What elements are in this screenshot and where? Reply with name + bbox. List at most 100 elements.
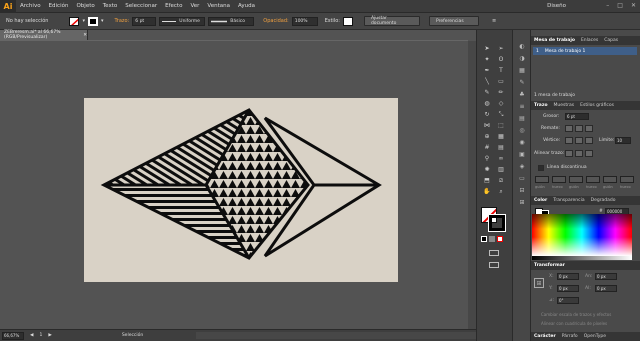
miter-join-button[interactable] (565, 137, 573, 144)
slice-tool-icon[interactable]: ⧄ (495, 176, 507, 185)
artboard-nav-next-icon[interactable]: ▶ (48, 333, 51, 338)
zoom-tool-icon[interactable]: ⌕ (495, 187, 507, 196)
stroke-color-box[interactable] (488, 214, 506, 232)
transparency-icon[interactable]: ◎ (517, 126, 527, 135)
y-field[interactable]: 0 px (557, 285, 579, 292)
tab-layers[interactable]: Capas (604, 38, 618, 43)
rectangle-tool-icon[interactable]: ▭ (495, 77, 507, 86)
tab-color[interactable]: Color (534, 198, 547, 203)
scale-tool-icon[interactable]: ⤡ (495, 110, 507, 119)
swatches-icon[interactable]: ▦ (517, 66, 527, 75)
graphic-style-swatch[interactable] (342, 16, 353, 26)
magic-wand-tool-icon[interactable]: ✦ (481, 55, 493, 64)
menu-archivo[interactable]: Archivo (16, 3, 45, 9)
selection-tool-icon[interactable]: ➤ (481, 44, 493, 53)
stroke-label[interactable]: Trazo: (114, 18, 129, 24)
dash-field-1[interactable] (535, 176, 549, 183)
eyedropper-tool-icon[interactable]: ⚲ (481, 154, 493, 163)
none-mode-icon[interactable] (497, 236, 503, 242)
reference-point-icon[interactable]: ⊞ (534, 278, 544, 288)
gradient-panel-icon[interactable]: ▤ (517, 114, 527, 123)
x-field[interactable]: 0 px (557, 273, 579, 280)
direct-selection-tool-icon[interactable]: ➢ (495, 44, 507, 53)
menu-ventana[interactable]: Ventana (203, 3, 234, 9)
align-outside-button[interactable] (585, 150, 593, 157)
dashed-line-checkbox[interactable] (538, 165, 544, 171)
tab-transparency[interactable]: Transparencia (553, 198, 584, 203)
hand-tool-icon[interactable]: ✋ (481, 187, 493, 196)
gap-field-1[interactable] (552, 176, 566, 183)
tab-artboards[interactable]: Mesa de trabajo (534, 38, 575, 43)
eraser-tool-icon[interactable]: ◇ (495, 99, 507, 108)
panel-menu-icon[interactable]: ≡ (492, 18, 496, 24)
opacity-field[interactable]: 100% (291, 16, 318, 26)
pencil-tool-icon[interactable]: ✏ (495, 88, 507, 97)
free-transform-tool-icon[interactable]: ⬚ (495, 121, 507, 130)
align-icon[interactable]: ⊟ (517, 186, 527, 195)
lasso-tool-icon[interactable]: ʘ (495, 55, 507, 64)
tab-character[interactable]: Carácter (534, 334, 556, 339)
projecting-cap-button[interactable] (585, 125, 593, 132)
artboards-icon[interactable]: ▭ (517, 174, 527, 183)
gradient-tool-icon[interactable]: ▤ (495, 143, 507, 152)
type-tool-icon[interactable]: T (495, 66, 507, 75)
tab-gradient[interactable]: Degradado (591, 198, 616, 203)
maximize-button[interactable]: □ (617, 2, 623, 9)
vertical-scrollbar[interactable] (468, 41, 476, 329)
shape-builder-tool-icon[interactable]: ⊕ (481, 132, 493, 141)
artboard-list-item[interactable]: 1 Mesa de trabajo 1 (533, 47, 637, 55)
paintbrush-tool-icon[interactable]: ✎ (481, 88, 493, 97)
menu-objeto[interactable]: Objeto (72, 3, 98, 9)
screen-mode-icon[interactable] (489, 262, 499, 268)
pen-tool-icon[interactable]: ✒ (481, 66, 493, 75)
zoom-field[interactable]: 66,67% (2, 331, 24, 340)
gap-field-3[interactable] (620, 176, 634, 183)
artboard-nav-prev-icon[interactable]: ◀ (30, 333, 33, 338)
stroke-dropdown-icon[interactable]: ▾ (101, 18, 104, 24)
stroke-swatch[interactable] (87, 16, 98, 26)
workspace-switcher[interactable]: Diseño (547, 3, 566, 9)
round-cap-button[interactable] (575, 125, 583, 132)
limit-field[interactable]: 10 (615, 137, 631, 144)
fill-dropdown-icon[interactable]: ▾ (82, 18, 85, 24)
gap-field-2[interactable] (586, 176, 600, 183)
w-field[interactable]: 0 px (595, 273, 617, 280)
stroke-panel-icon[interactable]: ≡ (517, 102, 527, 111)
stroke-weight-field[interactable]: 6 pt (132, 16, 157, 26)
close-tab-button[interactable]: ✕ (83, 33, 87, 38)
color-panel-icon[interactable]: ◐ (517, 42, 527, 51)
artboard-number[interactable]: 1 (39, 333, 42, 338)
column-graph-tool-icon[interactable]: ▥ (495, 165, 507, 174)
menu-texto[interactable]: Texto (99, 3, 122, 9)
close-window-button[interactable]: ✕ (631, 2, 636, 9)
blend-tool-icon[interactable]: ∞ (495, 154, 507, 163)
bevel-join-button[interactable] (585, 137, 593, 144)
align-inside-button[interactable] (575, 150, 583, 157)
tab-opentype[interactable]: OpenType (584, 334, 606, 339)
pathfinder-icon[interactable]: ⊞ (517, 198, 527, 207)
artboard[interactable] (84, 98, 398, 282)
horizontal-scrollbar[interactable] (196, 332, 476, 339)
appearance-icon[interactable]: ◉ (517, 138, 527, 147)
tab-swatches[interactable]: Muestras (554, 103, 575, 108)
color-spectrum[interactable] (532, 214, 632, 256)
layers-icon[interactable]: ◈ (517, 162, 527, 171)
menu-efecto[interactable]: Efecto (161, 3, 186, 9)
artboard-tool-icon[interactable]: ⬒ (481, 176, 493, 185)
menu-ayuda[interactable]: Ayuda (234, 3, 259, 9)
menu-ver[interactable]: Ver (186, 3, 203, 9)
tab-stroke[interactable]: Trazo (534, 103, 548, 108)
symbols-icon[interactable]: ♣ (517, 90, 527, 99)
line-tool-icon[interactable]: ╲ (481, 77, 493, 86)
tab-graphic-styles[interactable]: Estilos gráficos (580, 103, 614, 108)
status-mode[interactable]: Selección (122, 333, 143, 338)
brush-definition[interactable]: Básico (208, 16, 255, 26)
perspective-grid-tool-icon[interactable]: ▦ (495, 132, 507, 141)
color-guide-icon[interactable]: ◑ (517, 54, 527, 63)
grayscale-ramp[interactable] (532, 256, 632, 260)
round-join-button[interactable] (575, 137, 583, 144)
rotate-tool-icon[interactable]: ↻ (481, 110, 493, 119)
align-center-button[interactable] (565, 150, 573, 157)
variable-width-profile[interactable]: Uniforme (159, 16, 206, 26)
mesh-tool-icon[interactable]: # (481, 143, 493, 152)
